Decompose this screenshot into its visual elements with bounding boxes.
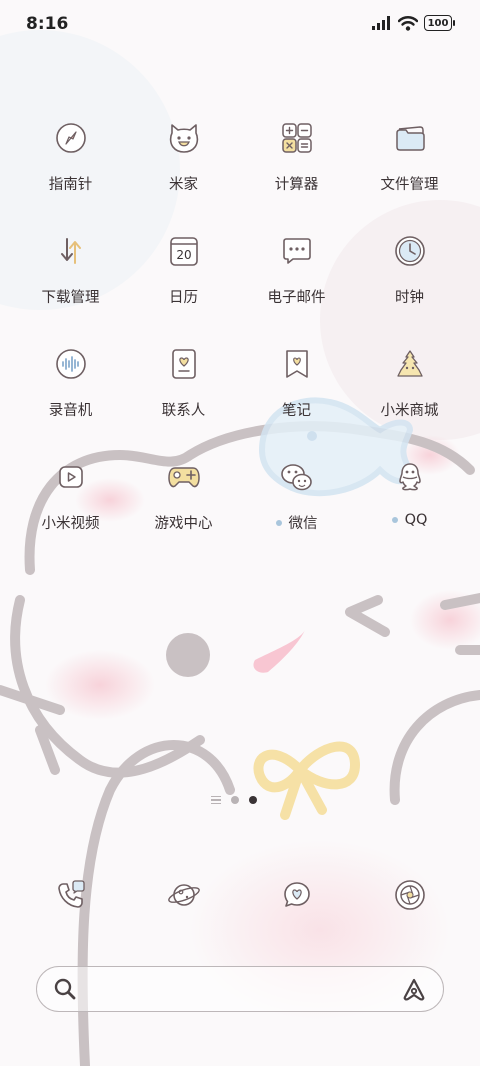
search-bar[interactable] xyxy=(36,966,444,1012)
mi-home-icon xyxy=(164,118,204,158)
app-label: 录音机 xyxy=(48,403,93,419)
app-email[interactable]: 电子邮件 xyxy=(240,223,353,336)
status-bar: 8:16 100 xyxy=(0,0,480,50)
messages-icon xyxy=(277,875,317,915)
new-app-dot xyxy=(275,519,282,526)
dock-messages[interactable] xyxy=(240,875,353,915)
folder-icon xyxy=(390,118,430,158)
app-label: 笔记 xyxy=(282,403,311,419)
contacts-icon xyxy=(164,344,204,384)
assistant-icon[interactable] xyxy=(401,977,427,1001)
app-grid: 指南针 米家 计算器 文件管理 下载管理 20 日历 电子邮件 时钟 录音机 联… xyxy=(14,110,466,562)
game-center-icon xyxy=(164,457,204,497)
app-label: 联系人 xyxy=(161,403,206,419)
app-file-manager[interactable]: 文件管理 xyxy=(353,110,466,223)
app-compass[interactable]: 指南针 xyxy=(14,110,127,223)
app-label: 米家 xyxy=(169,177,198,193)
app-label: 微信 xyxy=(275,512,318,533)
camera-icon xyxy=(390,875,430,915)
app-calculator[interactable]: 计算器 xyxy=(240,110,353,223)
app-mi-video[interactable]: 小米视频 xyxy=(14,449,127,562)
app-label: 下载管理 xyxy=(41,290,100,306)
notes-icon xyxy=(277,344,317,384)
app-list-indicator-icon[interactable] xyxy=(211,796,221,804)
app-recorder[interactable]: 录音机 xyxy=(14,336,127,449)
browser-planet-icon xyxy=(164,875,204,915)
video-icon xyxy=(51,457,91,497)
status-time: 8:16 xyxy=(26,14,69,34)
app-label: 小米视频 xyxy=(41,516,100,532)
wallpaper-cat-tongue xyxy=(253,630,305,673)
signal-icon xyxy=(372,16,390,30)
app-label: 指南针 xyxy=(48,177,93,193)
app-label: 电子邮件 xyxy=(267,290,326,306)
new-app-dot xyxy=(391,517,398,523)
dock-phone[interactable] xyxy=(14,875,127,915)
battery-icon: 100 xyxy=(424,15,455,31)
email-icon xyxy=(277,231,317,271)
compass-icon xyxy=(51,118,91,158)
download-icon xyxy=(51,231,91,271)
wifi-icon xyxy=(398,15,418,31)
app-clock[interactable]: 时钟 xyxy=(353,223,466,336)
phone-icon xyxy=(51,875,91,915)
search-icon[interactable] xyxy=(53,977,77,1001)
app-notes[interactable]: 笔记 xyxy=(240,336,353,449)
battery-level: 100 xyxy=(427,17,449,29)
app-label: QQ xyxy=(391,512,427,528)
calendar-date: 20 xyxy=(176,248,191,262)
qq-icon xyxy=(390,457,430,497)
app-label: 文件管理 xyxy=(380,177,439,193)
calendar-icon: 20 xyxy=(164,231,204,271)
wallpaper-cat-wink xyxy=(345,595,390,637)
app-label: 小米商城 xyxy=(380,403,439,419)
app-label: 时钟 xyxy=(395,290,424,306)
mi-store-icon xyxy=(390,344,430,384)
app-label: 日历 xyxy=(169,290,198,306)
app-mi-store[interactable]: 小米商城 xyxy=(353,336,466,449)
app-label: 计算器 xyxy=(274,177,319,193)
app-calendar[interactable]: 20 日历 xyxy=(127,223,240,336)
dock-camera[interactable] xyxy=(353,875,466,915)
page-indicator[interactable] xyxy=(211,796,257,804)
calculator-icon xyxy=(277,118,317,158)
status-icons: 100 xyxy=(372,15,455,31)
wechat-icon xyxy=(277,457,317,497)
app-label: 游戏中心 xyxy=(154,516,213,532)
app-downloads[interactable]: 下载管理 xyxy=(14,223,127,336)
app-mi-home[interactable]: 米家 xyxy=(127,110,240,223)
page-dot-2[interactable] xyxy=(249,796,257,804)
dock xyxy=(14,875,466,915)
app-game-center[interactable]: 游戏中心 xyxy=(127,449,240,562)
wallpaper-cat-eye xyxy=(166,633,210,677)
app-wechat[interactable]: 微信 xyxy=(240,449,353,562)
app-qq[interactable]: QQ xyxy=(353,449,466,562)
page-dot-1[interactable] xyxy=(231,796,239,804)
wallpaper-bow xyxy=(253,741,361,820)
dock-browser[interactable] xyxy=(127,875,240,915)
app-contacts[interactable]: 联系人 xyxy=(127,336,240,449)
wallpaper-cat-outline xyxy=(389,690,480,805)
clock-icon xyxy=(390,231,430,271)
recorder-icon xyxy=(51,344,91,384)
